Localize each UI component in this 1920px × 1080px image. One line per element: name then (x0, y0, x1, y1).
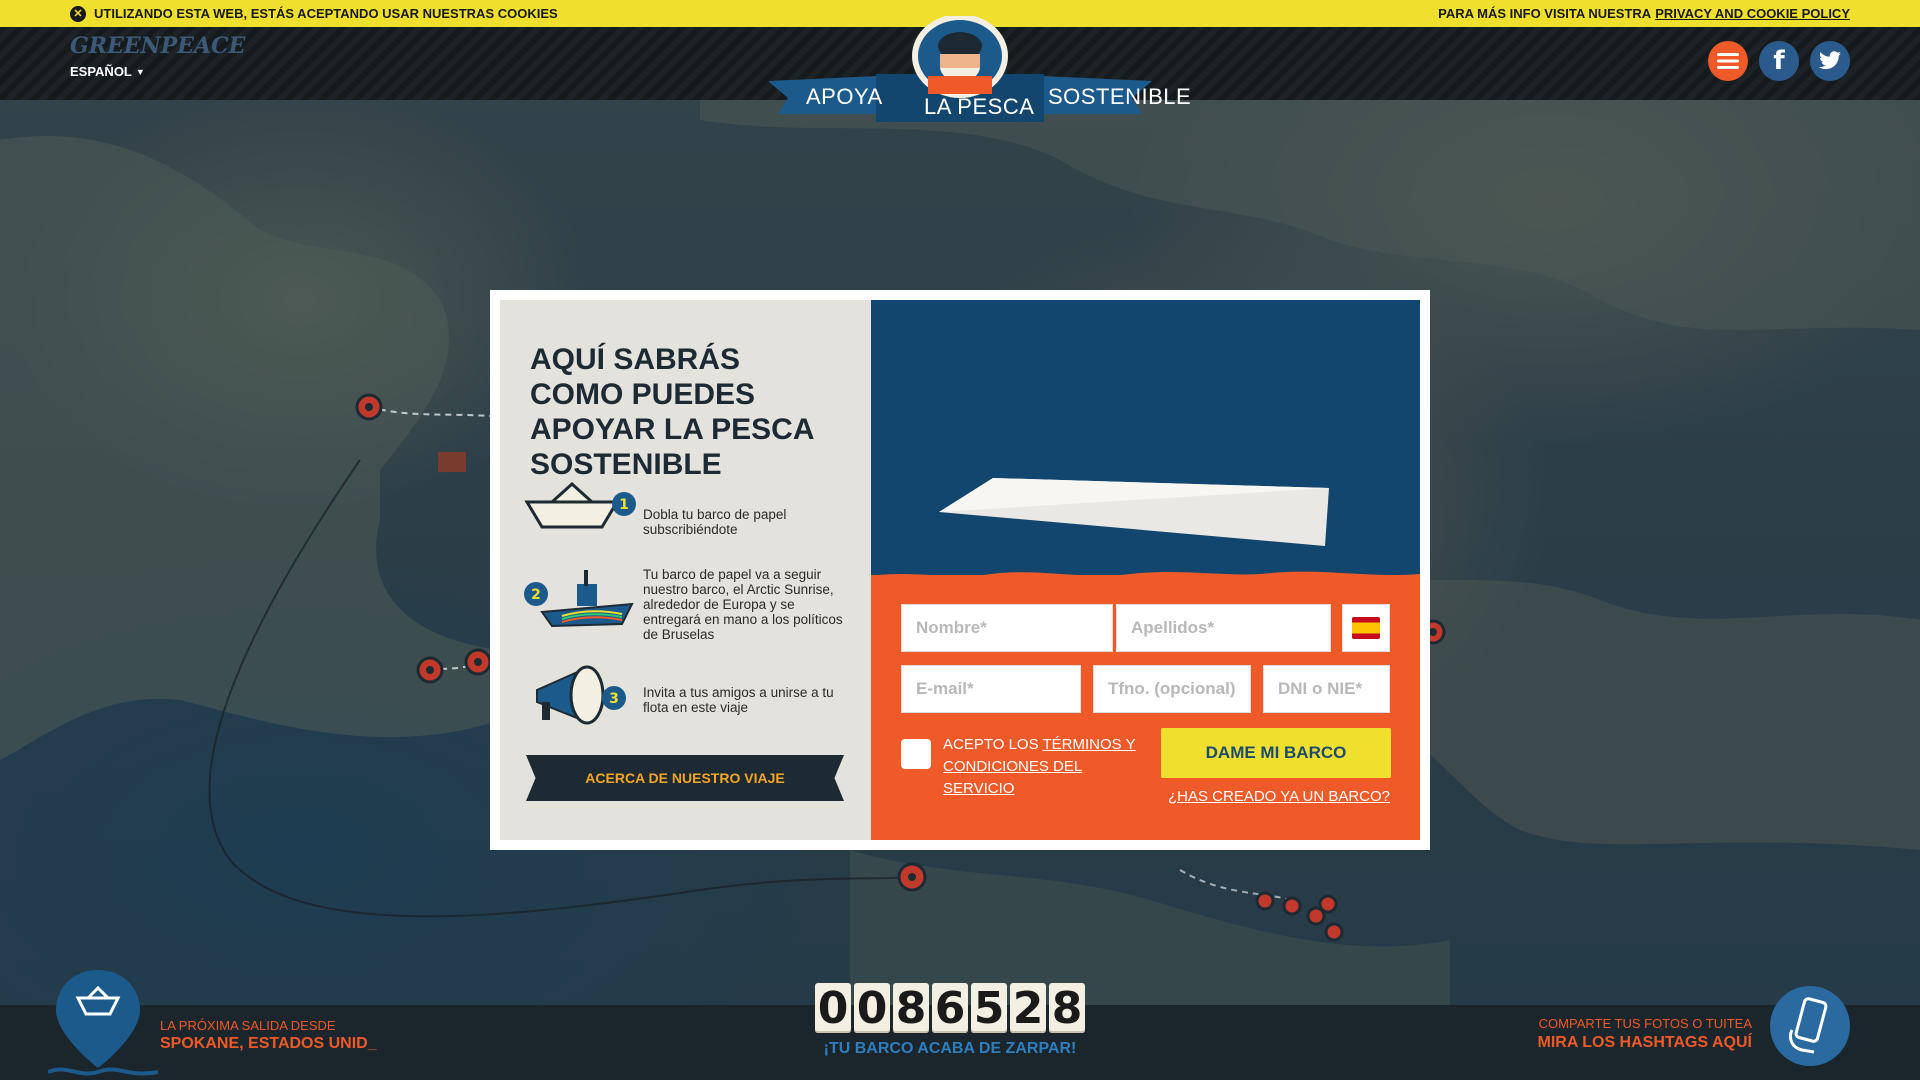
counter-digit: 8 (1049, 983, 1085, 1034)
step-2: 2 Tu barco de papel va a seguir nuestro … (522, 564, 852, 644)
language-selector[interactable]: ESPAÑOL ▼ (70, 64, 145, 79)
banner-word-apoya: APOYA (806, 84, 883, 109)
email-input[interactable] (901, 665, 1081, 713)
spain-flag-icon (1352, 617, 1380, 639)
twitter-icon[interactable] (1810, 41, 1850, 81)
privacy-policy-link[interactable]: Privacy and cookie policy (1655, 6, 1850, 21)
step-number-1: 1 (619, 497, 629, 513)
title-banner: APOYA LA PESCA SOSTENIBLE (768, 14, 1191, 126)
form-header-area (871, 300, 1420, 575)
last-name-input[interactable] (1116, 604, 1331, 652)
next-departure: La próxima salida desde SPOKANE, ESTADOS… (160, 1018, 377, 1053)
step-3-text: Invita a tus amigos a unirse a tu flota … (643, 685, 834, 715)
modal-title: AQUÍ SABRÁS COMO PUEDES APOYAR LA PESCA … (530, 343, 814, 481)
paper-boat-icon: 1 (522, 481, 637, 562)
counter-digit: 8 (893, 983, 929, 1034)
share-block: Comparte tus fotos o tuitea Mira los has… (1537, 1016, 1752, 1052)
phone-input[interactable] (1093, 665, 1251, 713)
counter-digit: 0 (854, 983, 890, 1034)
ship-icon: 2 (522, 564, 637, 644)
cookie-message-group: ✕ Utilizando esta web, estás aceptando u… (70, 5, 558, 22)
step-number-3: 3 (609, 691, 619, 707)
terms-text: Acepto los términos y condiciones del se… (943, 734, 1143, 800)
country-selector[interactable] (1342, 604, 1390, 652)
next-departure-city: SPOKANE, ESTADOS UNID_ (160, 1035, 377, 1052)
already-created-link[interactable]: ¿Has creado ya un barco? (1168, 788, 1390, 805)
terms-prefix: Acepto los (943, 736, 1039, 753)
counter-digit: 0 (815, 983, 851, 1034)
step-1: 1 Dobla tu barco de papel subscribiéndot… (522, 481, 852, 562)
counter-digit: 2 (1010, 983, 1046, 1034)
cookie-info-text: Para más info visita nuestra (1438, 6, 1652, 21)
submit-button[interactable]: Dame mi barco (1161, 728, 1391, 778)
facebook-icon[interactable]: f (1759, 41, 1799, 81)
boat-counter: 0 0 8 6 5 2 8 (815, 983, 1085, 1034)
id-input[interactable] (1263, 665, 1390, 713)
counter-caption: ¡Tu barco acaba de zarpar! (823, 1040, 1077, 1057)
cookie-info: Para más info visita nuestra Privacy and… (1438, 6, 1850, 21)
torn-edge (871, 571, 1420, 588)
share-label: Comparte tus fotos o tuitea (1538, 1016, 1752, 1031)
step-number-2: 2 (531, 587, 541, 603)
how-it-works-panel: AQUÍ SABRÁS COMO PUEDES APOYAR LA PESCA … (500, 300, 871, 840)
banner-word-sostenible: SOSTENIBLE (1048, 84, 1192, 109)
cookie-message: Utilizando esta web, estás aceptando usa… (94, 6, 558, 21)
first-name-input[interactable] (901, 604, 1113, 652)
paper-sheet-illustration (939, 478, 1329, 546)
social-links: f (1708, 41, 1850, 81)
counter-digit: 6 (932, 983, 968, 1034)
step-3: 3 Invita a tus amigos a unirse a tu flot… (522, 660, 852, 740)
step-2-text: Tu barco de papel va a seguir nuestro ba… (643, 566, 843, 642)
caret-down-icon: ▼ (135, 66, 145, 77)
about-journey-button[interactable]: ACERCA DE NUESTRO VIAJE (526, 755, 844, 801)
language-label: ESPAÑOL (70, 64, 132, 79)
next-departure-label: La próxima salida desde (160, 1018, 336, 1033)
megaphone-icon: 3 (522, 660, 637, 740)
step-1-text: Dobla tu barco de papel subscribiéndote (643, 507, 787, 537)
modal-body: AQUÍ SABRÁS COMO PUEDES APOYAR LA PESCA … (500, 300, 1420, 840)
counter-digit: 5 (971, 983, 1007, 1034)
signup-modal: AQUÍ SABRÁS COMO PUEDES APOYAR LA PESCA … (490, 290, 1430, 850)
location-pin-icon (48, 970, 158, 1076)
terms-checkbox[interactable] (901, 739, 931, 769)
menu-icon[interactable] (1708, 41, 1748, 81)
banner-word-la-pesca: LA PESCA (924, 94, 1035, 119)
greenpeace-logo[interactable]: GREENPEACE (70, 33, 245, 59)
signup-form-panel: Acepto los términos y condiciones del se… (871, 300, 1420, 840)
hashtags-link[interactable]: Mira los hashtags aquí (1537, 1034, 1752, 1052)
close-icon[interactable]: ✕ (70, 5, 86, 22)
phone-icon[interactable] (1770, 986, 1850, 1066)
